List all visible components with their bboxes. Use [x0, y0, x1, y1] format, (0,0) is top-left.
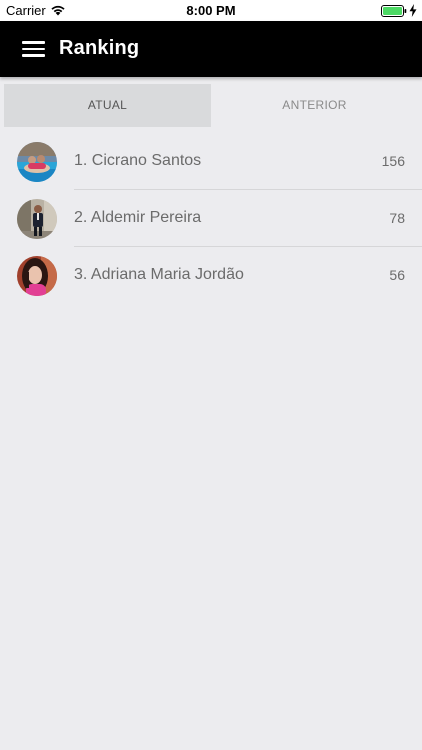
avatar-photo-woman — [17, 256, 57, 296]
list-item[interactable]: 3. Adriana Maria Jordão 56 — [0, 247, 422, 304]
battery-icon — [381, 5, 407, 17]
list-item[interactable]: 2. Aldemir Pereira 78 — [0, 190, 422, 247]
ranking-name: 3. Adriana Maria Jordão — [74, 266, 244, 283]
app-bar: Ranking — [0, 21, 422, 77]
avatar-photo-pool — [17, 142, 57, 182]
page-title: Ranking — [59, 37, 140, 59]
ranking-score: 156 — [381, 153, 405, 169]
tab-atual[interactable]: ATUAL — [4, 84, 211, 127]
ranking-list: 1. Cicrano Santos 156 2. Aldemir Pereira… — [0, 133, 422, 304]
charging-bolt-icon — [409, 4, 417, 17]
avatar — [17, 199, 57, 239]
ranking-name: 1. Cicrano Santos — [74, 152, 202, 169]
ranking-score: 78 — [389, 210, 405, 226]
status-bar: Carrier 8:00 PM — [0, 0, 422, 21]
avatar — [17, 142, 57, 182]
list-item[interactable]: 1. Cicrano Santos 156 — [0, 133, 422, 190]
avatar — [17, 256, 57, 296]
tab-bar: ATUAL ANTERIOR — [0, 80, 422, 130]
hamburger-menu-icon[interactable] — [22, 41, 45, 57]
tab-anterior[interactable]: ANTERIOR — [211, 84, 418, 127]
clock-time: 8:00 PM — [186, 3, 236, 18]
avatar-photo-suit — [17, 199, 57, 239]
ranking-score: 56 — [389, 267, 405, 283]
ranking-name: 2. Aldemir Pereira — [74, 209, 202, 226]
